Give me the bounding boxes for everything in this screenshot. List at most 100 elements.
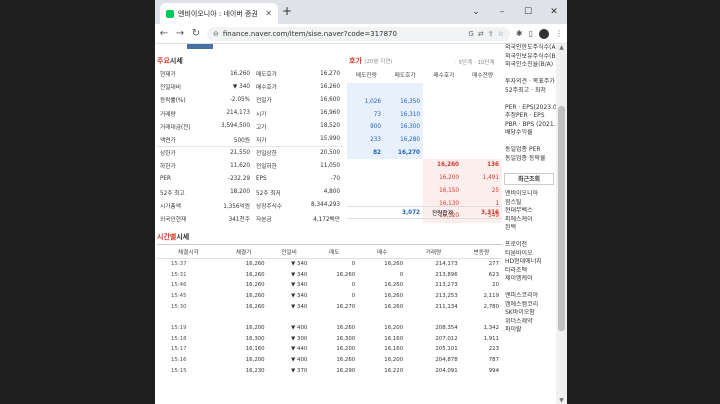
chevron-down-icon[interactable]: ⌄ [463, 7, 489, 17]
scroll-down-icon[interactable]: ▼ [556, 397, 567, 404]
recent-item[interactable]: SK바이오팜 [502, 309, 556, 318]
recent-item[interactable]: HD현대에너지 [502, 258, 556, 267]
sell-cell: 16,200 [336, 346, 356, 353]
selected-nav-tab[interactable] [187, 44, 213, 49]
menu-icon[interactable]: ⋮ [555, 29, 563, 38]
sidebar-info-line[interactable]: PBR · BPS (2021.03) [502, 121, 556, 130]
translate-icon[interactable]: ⇄ [478, 30, 484, 38]
close-button[interactable]: ✕ [541, 7, 567, 17]
price-cell: 16,200 [245, 357, 265, 364]
quote-value: 16,960 [320, 110, 340, 117]
time-row: 15:30 16,260 ▼ 340 16,270 16,260 211,134 2,780 [157, 302, 502, 313]
sidebar-info-line[interactable]: 투자의견 · 목표주가 [502, 78, 556, 87]
recent-item[interactable]: 엔비이오니아 [502, 190, 556, 199]
extensions-icon[interactable]: ✱ [516, 29, 523, 38]
quote-row: 시가총액 1,356억원 상장주식수 8,344,293 [157, 199, 343, 212]
time-row: 15:16 16,200 ▼ 400 16,260 16,200 204,878 787 [157, 355, 502, 366]
quote-row: 52주 최고 18,200 52주 최저 4,800 [157, 186, 343, 199]
quote-row: 하한가 11,620 전일하한 11,050 [157, 159, 343, 172]
quote-label: 현재가 [160, 72, 176, 79]
sidebar-info-line[interactable] [502, 138, 556, 147]
sell-cell: 0 [351, 293, 356, 300]
recent-item[interactable]: 위더스제약 [502, 318, 556, 327]
ask-price: 16,280 [384, 133, 423, 147]
sidebar-info-line[interactable]: 동일업종 PER [502, 146, 556, 155]
total-ask: 3,072 [402, 209, 420, 216]
share-icon[interactable]: ⇪ [488, 30, 494, 38]
profile-avatar[interactable] [539, 28, 549, 39]
recent-item[interactable]: 된백 [502, 224, 556, 233]
browser-tab[interactable]: 엔비이오니아 : 네이버 증권 ✕ [160, 3, 278, 24]
recent-item[interactable]: 힘스틸 [502, 199, 556, 208]
recent-item[interactable]: 제이엠케이 [502, 275, 556, 284]
sidebar-info-line[interactable]: 배당수익률 [502, 129, 556, 138]
recent-item[interactable]: 현대무벡스 [502, 207, 556, 216]
sidebar-info-line[interactable] [502, 70, 556, 79]
quote-label: PER [160, 176, 171, 183]
sidebar-info-line[interactable]: 추정PER · EPS [502, 112, 556, 121]
sidebar-info-line[interactable] [502, 95, 556, 104]
quote-label: 52주 최저 [255, 190, 281, 197]
sidebar-info-line[interactable]: 외국인보유주식수(B) [502, 53, 556, 62]
recent-item[interactable]: 피에스케이 [502, 216, 556, 225]
recent-item[interactable]: 타라조텍 [502, 267, 556, 276]
sidebar-info-line[interactable]: 외국인한도주식수(A) [502, 44, 556, 53]
quote-label: 외국인현재 [160, 217, 187, 224]
bid-price: 16,260 [423, 159, 462, 172]
quote-label: 전일상한 [252, 145, 297, 160]
minimize-button[interactable]: – [489, 7, 515, 17]
hoga-header: 매도잔량 매도호가 매수호가 매수잔량 [347, 70, 502, 79]
quote-value: ▼ 340 [232, 83, 250, 90]
buy-cell: 0 [399, 271, 404, 278]
time-cell: 15:18 [171, 335, 187, 342]
empty-cell [384, 159, 423, 172]
time-section-title: 시간별시세 [157, 233, 190, 241]
time-cell: 15:16 [171, 357, 187, 364]
volume-cell: 213,253 [435, 293, 458, 300]
scroll-up-icon[interactable]: ▲ [556, 44, 567, 51]
recent-item[interactable] [502, 284, 556, 293]
sidebar-info-line[interactable]: 동일업종 등락률 [502, 155, 556, 164]
tab-close-icon[interactable]: ✕ [265, 9, 272, 18]
recent-item[interactable] [502, 233, 556, 242]
quote-value: 1,356억원 [223, 203, 250, 210]
right-sidebar: 외국인한도주식수(A) 외국인보유주식수(B) 외국인소진율(B/A) 투자의견 · … [502, 44, 556, 404]
change-cell: ▼ 400 [291, 357, 308, 364]
scroll-thumb[interactable] [558, 106, 565, 331]
quote-label: EPS [255, 176, 267, 183]
quote-value: -70 [330, 176, 340, 183]
bookmark-star-icon[interactable]: ☆ [498, 30, 504, 38]
recent-item[interactable]: 엔피스코리아 [502, 292, 556, 301]
window-controls: ⌄ – ☐ ✕ [463, 0, 567, 24]
maximize-button[interactable]: ☐ [515, 7, 541, 17]
time-row: 15:46 16,260 ▼ 340 0 16,260 213,273 20 [157, 280, 502, 291]
address-bar[interactable]: ⊖ finance.naver.com/item/sise.naver?code… [207, 26, 510, 41]
time-header-cell: 매도 [310, 244, 359, 259]
buy-cell: 16,260 [384, 293, 404, 300]
google-icon[interactable]: G [468, 30, 473, 38]
empty-cell [423, 146, 462, 159]
sidepanel-icon[interactable]: ▯ [529, 29, 533, 38]
site-info-icon[interactable]: ⊖ [213, 30, 219, 38]
recent-item[interactable]: 파이랄 [502, 326, 556, 335]
sidebar-info-line[interactable]: 외국인소진율(B/A) [502, 61, 556, 70]
reload-icon[interactable]: ↻ [191, 28, 201, 39]
scrollbar[interactable]: ▲ ▼ [556, 44, 567, 404]
sidebar-info-line[interactable]: 52주최고 · 최저 [502, 87, 556, 96]
recent-item[interactable]: 엠에스캠코리 [502, 301, 556, 310]
url-text[interactable]: finance.naver.com/item/sise.naver?code=3… [223, 30, 465, 38]
recent-item[interactable]: 티움바이오 [502, 250, 556, 259]
buy-cell: 16,200 [384, 357, 404, 364]
empty-cell [462, 83, 502, 96]
hoga-depth-link[interactable]: · 5단계 · 10단계 [455, 58, 494, 66]
recent-item[interactable]: 프로이천 [502, 241, 556, 250]
sidebar-info-line[interactable]: PER · EPS(2023.02) [502, 104, 556, 113]
ask-row: 73 16,310 [347, 108, 502, 122]
back-icon[interactable]: ← [159, 28, 169, 39]
buy-cell: 16,160 [384, 346, 404, 353]
new-tab-button[interactable]: + [282, 4, 292, 18]
total-bid: 3,316 [481, 209, 499, 216]
quote-value: 8,344,293 [311, 202, 340, 209]
ask-price: 16,300 [384, 121, 423, 134]
forward-icon[interactable]: → [175, 28, 185, 39]
